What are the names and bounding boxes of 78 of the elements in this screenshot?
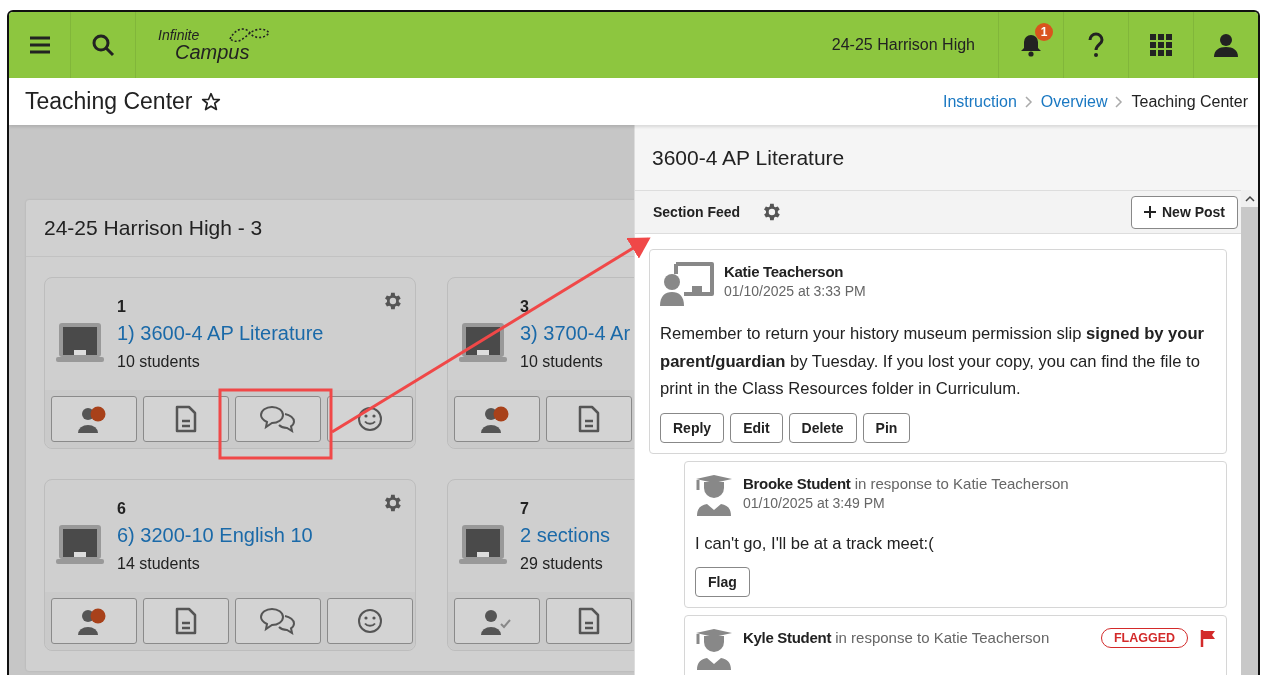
document-icon <box>578 607 600 635</box>
behavior-button[interactable] <box>327 598 413 644</box>
document-icon <box>175 405 197 433</box>
roster-button[interactable] <box>454 396 540 442</box>
document-button[interactable] <box>546 598 632 644</box>
chat-bubbles-icon <box>259 607 297 635</box>
search-icon <box>91 33 115 57</box>
post-time: 01/10/2025 at 3:49 PM <box>743 494 886 511</box>
school-name[interactable]: 24-25 Harrison High <box>831 36 975 54</box>
person-check-icon <box>480 607 514 635</box>
panel-title: 3600-4 AP Literature <box>635 125 1258 190</box>
document-button[interactable] <box>143 598 229 644</box>
author-name: Katie Teacherson <box>724 263 844 280</box>
favorite-star-icon[interactable] <box>200 91 221 112</box>
logo-text: Campus <box>175 42 250 62</box>
logo-text: Infinite <box>158 28 201 42</box>
author-name: Brooke Student <box>743 474 851 492</box>
breadcrumb-link[interactable]: Instruction <box>943 92 1017 111</box>
new-post-button[interactable]: New Post <box>1131 195 1238 229</box>
action-button[interactable]: Edit <box>730 412 783 443</box>
feed-title: Section Feed <box>653 204 741 220</box>
course-link[interactable]: 3) 3700-4 Ar <box>520 322 631 345</box>
notification-count: 1 <box>1035 23 1053 41</box>
grid-icon <box>1150 34 1172 56</box>
action-button[interactable]: Reply <box>660 412 725 443</box>
course-link[interactable]: 1) 3600-4 AP Literature <box>117 322 324 345</box>
course-link[interactable]: 6) 3200-10 English 10 <box>117 524 313 547</box>
post-text: I can't go, I'll be at a track meet:( <box>695 532 935 555</box>
chat-bubbles-icon <box>259 405 297 433</box>
plus-icon <box>1144 206 1156 218</box>
scrollbar[interactable] <box>1241 190 1258 675</box>
action-button[interactable]: Pin <box>862 412 911 443</box>
post-text: Remember to return your history museum permission slip signed by your parent/guardian by Tuesday. If you lost your copy, you can find the file to print in the Class Resources folder in Curriculum. <box>660 323 1206 400</box>
student-count: 10 students <box>117 353 201 371</box>
period-number: 7 <box>520 500 530 518</box>
student-avatar-icon <box>695 473 733 516</box>
student-count: 14 students <box>117 555 201 573</box>
student-count: 29 students <box>520 555 604 573</box>
smiley-icon <box>357 406 383 432</box>
flag-icon[interactable] <box>1200 629 1216 647</box>
post-time: 01/10/2025 at 3:33 PM <box>724 283 867 299</box>
roster-button[interactable] <box>51 598 137 644</box>
period-number: 3 <box>520 298 530 316</box>
feed-button[interactable] <box>235 396 321 442</box>
action-button[interactable]: Flag <box>695 567 750 597</box>
user-icon <box>1214 33 1238 57</box>
student-count: 10 students <box>520 353 604 371</box>
breadcrumb-link[interactable]: Overview <box>1040 92 1108 111</box>
document-button[interactable] <box>546 396 632 442</box>
help-icon <box>1087 32 1105 58</box>
course-link[interactable]: 2 sections <box>520 524 611 547</box>
roster-button[interactable] <box>51 396 137 442</box>
author-name: Kyle Student <box>743 629 832 646</box>
menu-icon <box>28 36 51 54</box>
response-note: in response to Katie Teacherson <box>835 629 1050 646</box>
bell-icon <box>1020 33 1042 57</box>
behavior-button[interactable] <box>327 396 413 442</box>
period-number: 6 <box>117 500 127 518</box>
document-button[interactable] <box>143 396 229 442</box>
response-note: in response to Katie Teacherson <box>854 474 1069 492</box>
period-number: 1 <box>117 298 127 316</box>
laptop-icon <box>55 524 105 566</box>
document-icon <box>578 405 600 433</box>
chevron-icon <box>1024 95 1033 108</box>
student-avatar-icon <box>695 628 733 670</box>
roster-button[interactable] <box>454 598 540 644</box>
smiley-icon <box>357 608 383 634</box>
laptop-icon <box>458 322 508 364</box>
scroll-up-icon[interactable] <box>1244 195 1255 202</box>
page-title: Teaching Center <box>25 88 193 115</box>
laptop-icon <box>55 322 105 364</box>
feed-button[interactable] <box>235 598 321 644</box>
document-icon <box>175 607 197 635</box>
chevron-icon <box>1115 95 1124 108</box>
teacher-avatar-icon <box>660 262 714 306</box>
breadcrumb-current: Teaching Center <box>1131 92 1248 111</box>
laptop-icon <box>458 524 508 566</box>
action-button[interactable]: Delete <box>788 412 857 443</box>
